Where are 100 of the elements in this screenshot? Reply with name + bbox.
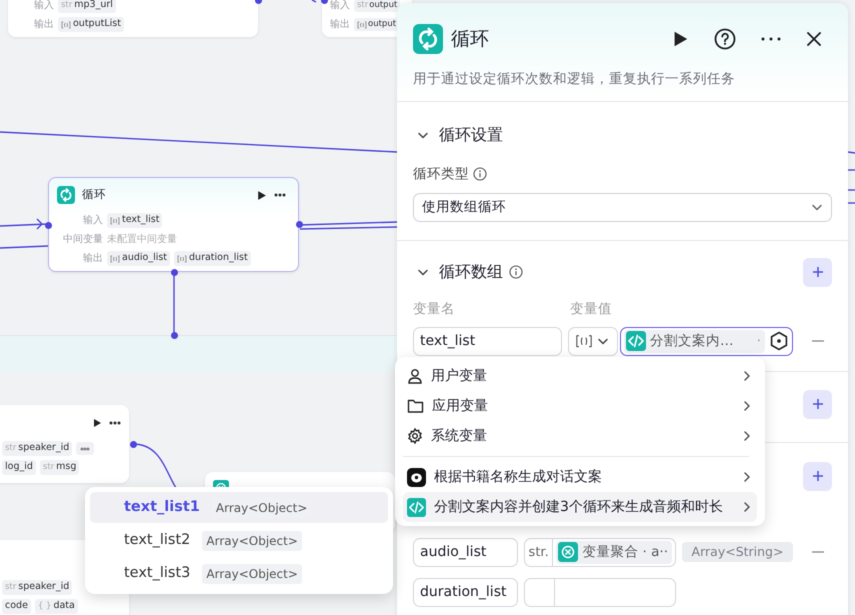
reference-separator: · <box>756 332 761 352</box>
field-label: 中间变量 <box>62 232 103 247</box>
reference-text: 分割文案内… <box>650 332 734 352</box>
type-label: str <box>61 0 72 12</box>
menu-item[interactable]: 应用变量 <box>403 391 757 421</box>
menu-item[interactable]: 系统变量 <box>403 421 757 451</box>
plus-icon <box>812 470 824 482</box>
add-button[interactable] <box>803 258 832 286</box>
variable-name-field[interactable]: duration_list <box>413 578 518 607</box>
variable-tag: code <box>2 599 31 614</box>
variable-name: text_list3 <box>124 564 190 583</box>
variable-name-field[interactable]: text_list <box>413 326 562 356</box>
array-icon <box>110 254 120 262</box>
target-icon[interactable] <box>769 331 789 352</box>
code-icon <box>626 331 646 352</box>
add-button[interactable] <box>803 462 832 491</box>
more-icon[interactable] <box>109 421 121 425</box>
variable-name: audio_list <box>122 251 168 266</box>
connection-line <box>848 151 855 154</box>
menu-item[interactable]: 分割文案内容并创建3个循环来生成音频和时长 <box>403 492 757 522</box>
array-icon <box>61 20 71 28</box>
section-title: 循环设置 <box>439 124 503 146</box>
more-icon[interactable] <box>274 193 286 197</box>
type-badge: Array<String> <box>682 542 793 562</box>
variable-reference-field[interactable]: 分割文案内… · <box>620 326 793 356</box>
type-label: str <box>5 581 16 594</box>
user-icon <box>407 368 423 384</box>
more-icon[interactable] <box>761 37 781 41</box>
connection-line <box>312 0 316 3</box>
type-select[interactable] <box>568 326 618 356</box>
menu-item[interactable]: text_list1 Array<Object> <box>90 492 388 523</box>
reference-text: 变量聚合 · a·· <box>582 543 668 562</box>
close-icon[interactable] <box>806 31 822 47</box>
bot-avatar-icon <box>407 468 426 486</box>
field-label: 输入 <box>82 214 103 228</box>
add-button[interactable] <box>803 390 832 419</box>
type-label: str <box>5 442 16 455</box>
type-badge: Array<Object> <box>202 564 302 584</box>
type-badge: Array<Object> <box>202 530 302 550</box>
column-header: 变量值 <box>570 300 612 318</box>
merge-icon <box>558 542 578 562</box>
variable-tag: log_id <box>2 460 36 475</box>
panel-title: 循环 <box>451 26 490 52</box>
field-label: 输出 <box>329 18 350 32</box>
variable-name: output <box>368 18 396 31</box>
field-label: 输入 <box>329 0 350 13</box>
info-icon <box>473 167 487 182</box>
variable-value-field[interactable]: str. 变量聚合 · a·· <box>524 538 676 567</box>
port-dot[interactable] <box>296 221 303 228</box>
more-button[interactable] <box>76 442 94 455</box>
node-title: 循环 <box>82 186 107 204</box>
field-label: 输出 <box>33 18 54 32</box>
variable-name: text_list <box>122 213 160 228</box>
port-dot[interactable] <box>130 441 137 448</box>
help-icon[interactable] <box>714 28 736 50</box>
type-label: str <box>42 461 54 474</box>
menu-item[interactable]: text_list2 Array<Object> <box>90 525 388 556</box>
menu-item[interactable]: 根据书籍名称生成对话文案 <box>403 462 757 492</box>
type-label: str <box>357 0 368 12</box>
type-label: { } <box>38 600 52 613</box>
variable-name: output <box>369 0 398 12</box>
variable-name: mp3_url <box>74 0 113 12</box>
remove-icon[interactable] <box>812 551 824 554</box>
connection-line <box>0 245 48 249</box>
variable-value-field[interactable] <box>524 578 676 607</box>
field-label: 输入 <box>33 0 54 13</box>
settings-icon <box>407 428 423 444</box>
array-icon <box>575 334 593 348</box>
plus-icon <box>812 266 824 278</box>
variable-name: text_list2 <box>124 530 190 550</box>
variable-name: text_list1 <box>124 498 200 517</box>
loop-icon <box>57 186 75 204</box>
menu-item[interactable]: 用户变量 <box>403 361 757 391</box>
empty-hint: 未配置中间变量 <box>107 232 177 247</box>
loop-type-select[interactable]: 使用数组循环 <box>413 192 832 222</box>
port-dot[interactable] <box>45 222 52 229</box>
variable-name: msg <box>56 460 76 474</box>
remove-icon[interactable] <box>812 340 824 342</box>
variable-name: duration_list <box>189 251 248 266</box>
field-label: 循环类型 <box>413 165 469 184</box>
variable-name: outputList <box>73 17 121 32</box>
array-icon <box>357 20 367 28</box>
folder-icon <box>407 398 424 414</box>
variable-name-field[interactable]: audio_list <box>413 538 518 567</box>
play-icon[interactable] <box>92 418 102 428</box>
menu-item[interactable]: text_list3 Array<Object> <box>90 558 388 589</box>
variable-name: speaker_id <box>18 441 70 456</box>
port-dot[interactable] <box>171 269 178 276</box>
field-label: 输出 <box>82 252 103 266</box>
port-dot[interactable] <box>171 332 178 339</box>
plus-icon <box>812 398 824 410</box>
panel-description: 用于通过设定循环次数和逻辑，重复执行一系列任务 <box>413 70 736 89</box>
array-icon <box>110 216 120 224</box>
loop-icon <box>413 24 443 54</box>
play-icon[interactable] <box>256 190 267 200</box>
code-icon <box>407 498 426 516</box>
array-icon <box>177 254 188 262</box>
info-icon <box>509 265 523 279</box>
column-header: 变量名 <box>413 300 456 318</box>
variable-name: speaker_id <box>18 580 70 594</box>
